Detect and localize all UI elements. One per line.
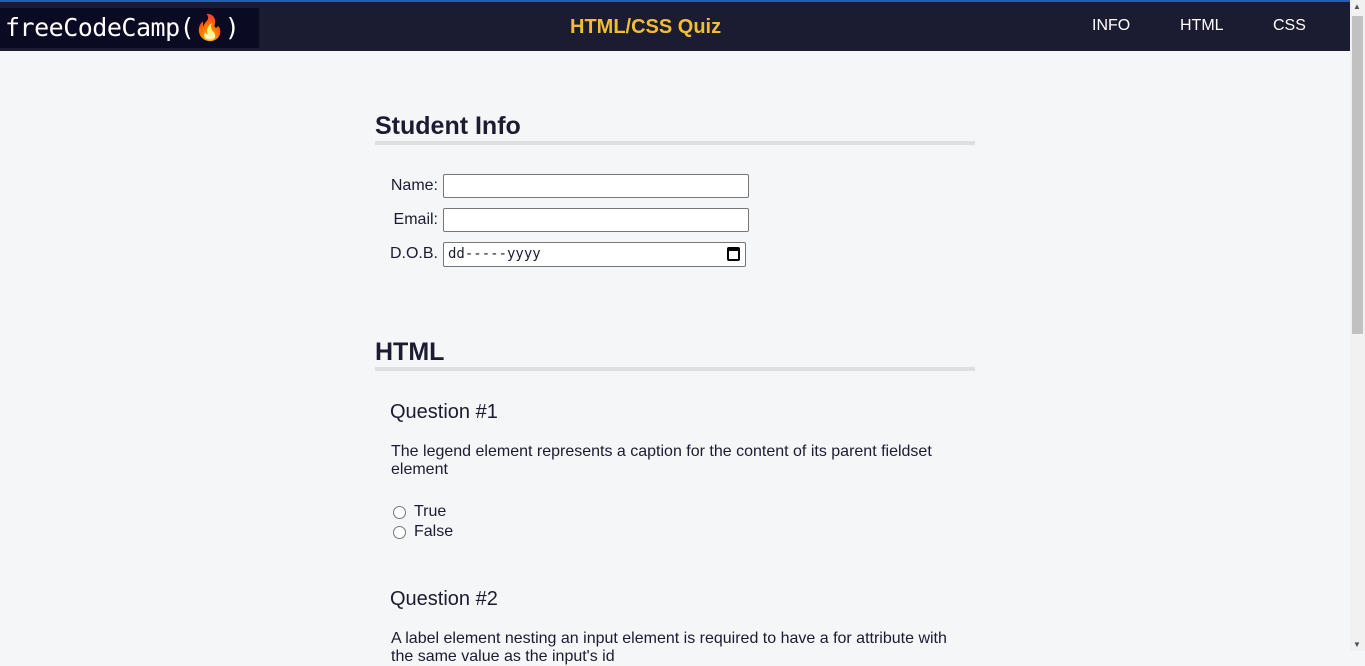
scroll-up-arrow-icon[interactable]: ▲ [1353,2,1361,11]
name-label: Name: [390,177,438,194]
calendar-icon[interactable] [727,247,740,261]
scroll-down-arrow-icon[interactable]: ▼ [1353,640,1361,649]
nav-link-info[interactable]: INFO [1092,17,1130,35]
nav-link-html[interactable]: HTML [1180,17,1224,35]
page-title: HTML/CSS Quiz [570,16,722,38]
html-heading: HTML [375,337,975,371]
question-2-title: Question #2 [390,588,498,610]
nav-link-css[interactable]: CSS [1273,17,1306,35]
scrollbar-thumb[interactable] [1352,16,1363,334]
name-input[interactable] [443,174,749,198]
top-navbar: freeCodeCamp(🔥) HTML/CSS Quiz INFO HTML … [0,0,1350,51]
question-1-text: The legend element represents a caption … [391,443,932,478]
email-input[interactable] [443,208,749,232]
radio-button[interactable] [393,525,406,539]
option-label: True [414,503,447,520]
name-row: Name: [375,174,975,200]
question-2-text: A label element nesting an input element… [391,630,947,665]
question-1-title: Question #1 [390,401,498,423]
question-1-option-false[interactable]: False [393,523,453,541]
freecodecamp-logo[interactable]: freeCodeCamp(🔥) [0,8,259,48]
option-label: False [414,523,454,540]
dob-input[interactable]: dd-----yyyy [443,242,746,267]
scrollbar[interactable]: ▲ ▼ [1350,0,1365,651]
email-row: Email: [375,208,975,234]
dob-placeholder: dd-----yyyy [448,246,541,262]
email-label: Email: [393,211,438,228]
dob-row: D.O.B. dd-----yyyy [375,242,975,268]
student-info-heading: Student Info [375,111,975,145]
logo-text: freeCodeCamp(🔥) [5,13,240,42]
question-1-option-true[interactable]: True [393,503,446,521]
dob-label: D.O.B. [389,245,438,262]
radio-button[interactable] [393,505,406,519]
